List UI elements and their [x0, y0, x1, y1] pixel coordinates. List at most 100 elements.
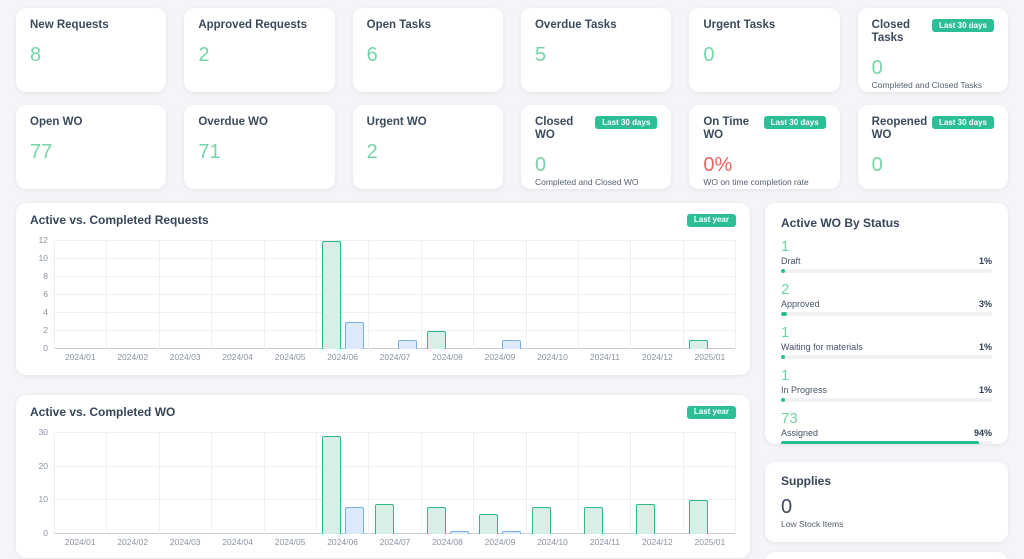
- progress-fill: [781, 269, 785, 273]
- x-tick-label: 2024/04: [211, 352, 263, 362]
- status-percent: 3%: [979, 299, 992, 309]
- kpi-title: Urgent Tasks: [703, 19, 775, 32]
- kpi-card-open-wo[interactable]: Open WO77: [16, 105, 166, 189]
- kpi-card-header: Urgent WO: [367, 116, 489, 129]
- period-badge: Last 30 days: [932, 19, 994, 32]
- chart-card-workorders: Active vs. Completed WO Last year 010203…: [16, 395, 750, 558]
- kpi-subtitle: Completed and Closed Tasks: [872, 80, 994, 90]
- x-tick-label: 2024/11: [579, 537, 631, 547]
- kpi-card-approved-requests[interactable]: Approved Requests2: [184, 8, 334, 92]
- x-tick-label: 2024/10: [526, 352, 578, 362]
- x-tick-label: 2025/01: [684, 352, 736, 362]
- bar-group-2025-01: [684, 433, 736, 534]
- status-percent: 1%: [979, 256, 992, 266]
- kpi-card-urgent-wo[interactable]: Urgent WO 2: [353, 105, 503, 189]
- y-axis: 0102030: [30, 433, 54, 534]
- status-label: Assigned: [781, 428, 818, 438]
- status-percent: 94%: [974, 428, 992, 438]
- status-label: Waiting for materials: [781, 342, 863, 352]
- kpi-card-on-time-wo[interactable]: On Time WOLast 30 days0%WO on time compl…: [689, 105, 839, 189]
- bar-group-2024-01: [55, 433, 107, 534]
- status-percent: 1%: [979, 385, 992, 395]
- kpi-value: 0: [872, 154, 994, 176]
- kpi-card-overdue-tasks[interactable]: Overdue Tasks5: [521, 8, 671, 92]
- kpi-card-closed-tasks[interactable]: Closed TasksLast 30 days0Completed and C…: [858, 8, 1008, 92]
- x-tick-label: 2024/02: [106, 352, 158, 362]
- low-stock-count: 0: [781, 497, 992, 518]
- chart-card-requests: Active vs. Completed Requests Last year …: [16, 203, 750, 375]
- x-tick-label: 2024/09: [474, 537, 526, 547]
- kpi-card-header: On Time WOLast 30 days: [703, 116, 825, 142]
- low-stock-label: Low Stock Items: [781, 519, 992, 529]
- status-line: Waiting for materials1%: [781, 342, 992, 352]
- plot-area: [54, 433, 736, 534]
- progress-fill: [781, 355, 785, 359]
- bar-group-2024-10: [527, 433, 579, 534]
- period-badge: Last 30 days: [932, 116, 994, 129]
- kpi-card-header: Overdue WO: [198, 116, 320, 129]
- x-tick-label: 2024/12: [631, 537, 683, 547]
- status-line: Draft 1%: [781, 256, 992, 266]
- x-tick-label: 2024/07: [369, 352, 421, 362]
- bar-group-2024-02: [107, 433, 159, 534]
- kpi-row-requests: New Requests8Approved Requests2Open Task…: [16, 8, 1008, 92]
- y-tick-label: 30: [39, 428, 48, 437]
- kpi-card-new-requests[interactable]: New Requests8: [16, 8, 166, 92]
- panel-title: Supplies: [781, 474, 992, 488]
- dashboard: New Requests8Approved Requests2Open Task…: [0, 0, 1024, 559]
- status-list: 1Draft1%2Approved3%1Waiting for material…: [781, 239, 992, 444]
- period-badge: Last year: [687, 406, 736, 419]
- bar-active: [322, 436, 341, 534]
- bar-group-2024-07: [369, 241, 421, 349]
- bar-active: [322, 241, 341, 349]
- status-item-approved: 2Approved3%: [781, 282, 992, 316]
- kpi-value: 2: [367, 141, 489, 163]
- bar-completed: [450, 531, 469, 534]
- period-badge: Last year: [687, 214, 736, 227]
- kpi-title: Closed WO: [535, 116, 595, 142]
- bar-group-2024-08: [422, 433, 474, 534]
- x-tick-label: 2024/06: [316, 537, 368, 547]
- y-axis: 024681012: [30, 241, 54, 349]
- panel-title: Active WO By Status: [781, 216, 992, 230]
- status-label: Approved: [781, 299, 820, 309]
- chart-title: Active vs. Completed WO: [30, 405, 175, 419]
- bar-group-2024-11: [579, 241, 631, 349]
- y-tick-label: 10: [39, 495, 48, 504]
- bar-active: [427, 331, 446, 349]
- kpi-title: Overdue WO: [198, 116, 268, 129]
- kpi-card-overdue-wo[interactable]: Overdue WO 71: [184, 105, 334, 189]
- bar-group-2024-10: [527, 241, 579, 349]
- status-label: Draft: [781, 256, 801, 266]
- kpi-value: 71: [198, 141, 320, 163]
- progress-track: [781, 269, 992, 273]
- status-item-assigned: 73Assigned94%: [781, 411, 992, 444]
- kpi-card-open-tasks[interactable]: Open Tasks6: [353, 8, 503, 92]
- bar-group-2024-01: [55, 241, 107, 349]
- bar-active: [584, 507, 603, 534]
- supplies-panel[interactable]: Supplies 0 Low Stock Items: [765, 462, 1008, 542]
- kpi-card-header: Open WO: [30, 116, 152, 129]
- kpi-value: 5: [535, 44, 657, 66]
- x-tick-label: 2024/05: [264, 352, 316, 362]
- kpi-title: Open WO: [30, 116, 82, 129]
- kpi-value: 0: [535, 154, 657, 176]
- kpi-card-urgent-tasks[interactable]: Urgent Tasks0: [689, 8, 839, 92]
- kpi-card-reopened-wo[interactable]: Reopened WOLast 30 days 0: [858, 105, 1008, 189]
- bar-active: [636, 504, 655, 534]
- progress-track: [781, 312, 992, 316]
- x-tick-label: 2025/01: [684, 537, 736, 547]
- kpi-card-header: New Requests: [30, 19, 152, 32]
- y-tick-label: 2: [43, 326, 48, 335]
- bar-group-2024-12: [631, 433, 683, 534]
- x-tick-label: 2024/07: [369, 537, 421, 547]
- chart-plot-wrap: 024681012: [30, 241, 736, 349]
- kpi-title: Closed Tasks: [872, 19, 932, 45]
- progress-fill: [781, 398, 785, 402]
- kpi-card-closed-wo[interactable]: Closed WOLast 30 days0Completed and Clos…: [521, 105, 671, 189]
- kpi-card-header: Reopened WOLast 30 days: [872, 116, 994, 142]
- chart-header: Active vs. Completed Requests Last year: [30, 213, 736, 227]
- bars-layer: [55, 433, 736, 534]
- bar-group-2024-02: [107, 241, 159, 349]
- progress-fill: [781, 441, 979, 444]
